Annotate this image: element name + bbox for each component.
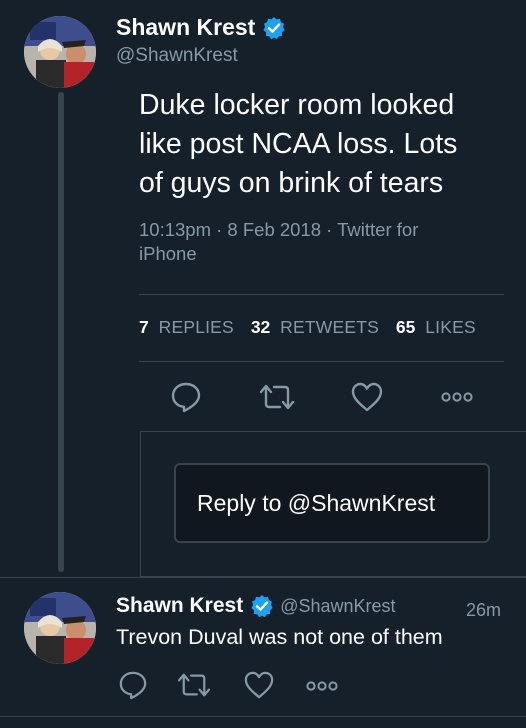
thread-line <box>58 92 64 572</box>
retweet-icon[interactable] <box>258 382 296 412</box>
tweet-text-line: like post NCAA loss. Lots <box>139 128 458 160</box>
likes-count: 65 <box>395 317 416 337</box>
more-icon[interactable] <box>441 391 473 403</box>
reply-author-name[interactable]: Shawn Krest <box>116 594 243 618</box>
verified-badge-icon <box>250 594 274 618</box>
retweets-label: RETWEETS <box>280 317 379 337</box>
retweets-count: 32 <box>250 317 271 337</box>
author-row: Shawn Krest <box>116 14 286 41</box>
divider <box>139 361 504 362</box>
author-handle[interactable]: @ShawnKrest <box>116 45 238 67</box>
avatar-image <box>24 592 96 664</box>
retweet-icon[interactable] <box>176 671 212 699</box>
replies-label: REPLIES <box>158 317 234 337</box>
reply-avatar[interactable] <box>24 592 96 664</box>
tweet-text: Duke locker room looked like post NCAA l… <box>139 86 457 203</box>
divider <box>0 577 526 578</box>
likes-label: LIKES <box>425 317 476 337</box>
reply-author-handle[interactable]: @ShawnKrest <box>280 596 395 617</box>
tweet-meta: 10:13pm · 8 Feb 2018 · Twitter for iPhon… <box>139 218 418 266</box>
replies-count: 7 <box>139 317 149 337</box>
heart-icon[interactable] <box>243 670 275 700</box>
avatar-image <box>24 16 96 88</box>
verified-badge-icon <box>262 16 286 40</box>
replies-stat[interactable]: 7 REPLIES <box>139 317 234 338</box>
heart-icon[interactable] <box>350 381 384 413</box>
more-icon[interactable] <box>306 680 338 692</box>
likes-stat[interactable]: 65 LIKES <box>396 317 476 338</box>
author-name[interactable]: Shawn Krest <box>116 14 255 41</box>
reply-time[interactable]: 26m <box>466 600 501 621</box>
tweet-stats: 7 REPLIES 32 RETWEETS 65 LIKES <box>139 317 476 338</box>
tweet-timestamp[interactable]: 10:13pm · 8 Feb 2018 · Twitter for <box>139 218 418 242</box>
reply-icon[interactable] <box>170 381 202 413</box>
tweet-text-line: Duke locker room looked <box>139 89 455 121</box>
tweet-text-line: of guys on brink of tears <box>139 167 444 199</box>
reply-text: Trevon Duval was not one of them <box>116 625 443 649</box>
retweets-stat[interactable]: 32 RETWEETS <box>251 317 379 338</box>
avatar[interactable] <box>24 16 96 88</box>
reply-input[interactable]: Reply to @ShawnKrest <box>174 463 490 543</box>
tweet-source: iPhone <box>139 243 197 264</box>
reply-author-row: Shawn Krest @ShawnKrest <box>116 594 396 618</box>
reply-icon[interactable] <box>118 670 148 700</box>
divider <box>0 716 526 717</box>
divider <box>139 294 504 295</box>
